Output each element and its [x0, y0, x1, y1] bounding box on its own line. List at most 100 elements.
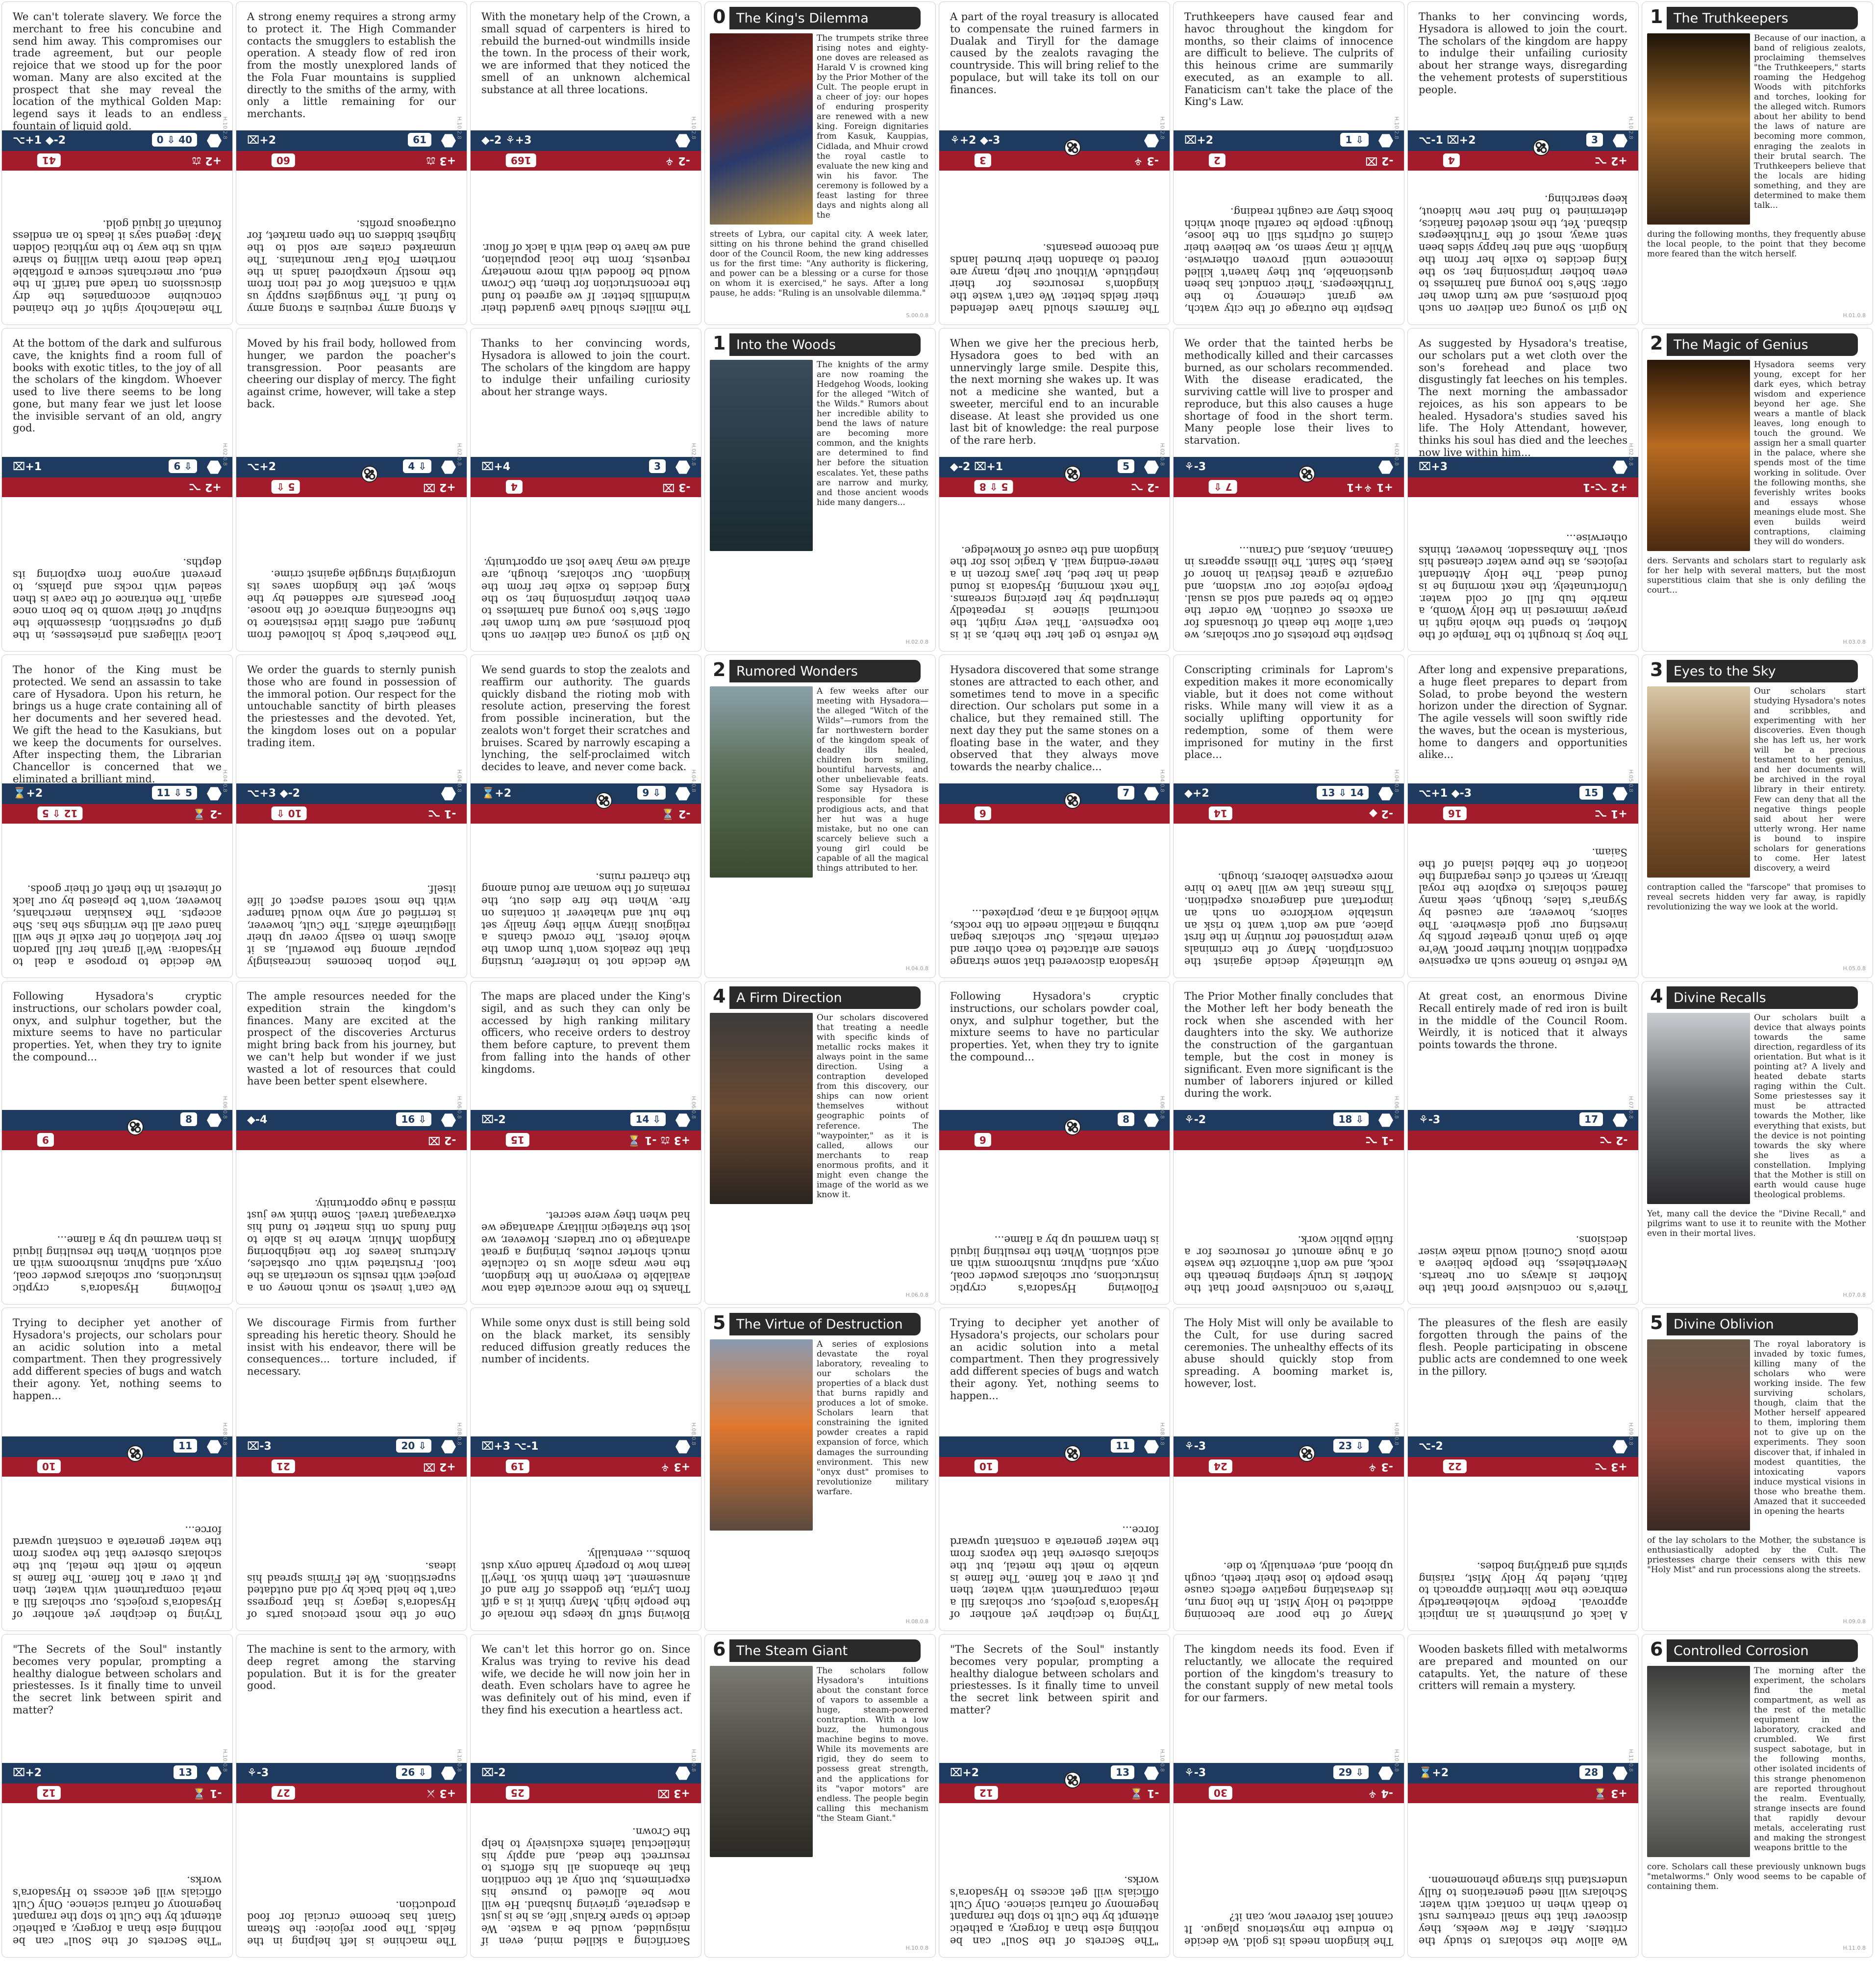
card-code: H.10.2.8 — [456, 116, 463, 139]
choice-text: While some onyx dust is still being sold… — [481, 1317, 690, 1365]
no-tag: 12 ⇧ 5 — [37, 806, 83, 820]
no-band: -2 ⌧ — [236, 1131, 467, 1150]
choice-text: Trying to decipher yet another of Hysado… — [950, 1317, 1159, 1402]
no-band: 9 — [2, 1131, 232, 1150]
hex-icon — [1378, 1113, 1393, 1127]
yes-tag: 61 — [408, 133, 431, 147]
choice-card: As suggested by Hysadora's treatise, our… — [1407, 328, 1639, 652]
story-card: 4 Divine Recalls Our scholars built a devi… — [1642, 981, 1873, 1305]
card-title: Rumored Wonders — [736, 664, 858, 679]
hex-icon — [1613, 1113, 1627, 1127]
hex-icon — [1613, 787, 1627, 801]
choice-card: Moved by his frail body, hollowed from h… — [236, 328, 467, 652]
yes-band: ⌛+2 11 ⇩ 5 — [2, 783, 232, 804]
no-band: -3 ⚘ 24 — [1174, 1457, 1404, 1477]
yes-tag: 20 ⇩ — [396, 1439, 431, 1453]
choice-text: Moved by his frail body, hollowed from h… — [247, 337, 456, 410]
no-band: +2 ⌧ 21 — [236, 1457, 467, 1477]
choice-card: Trying to decipher yet another of Hysado… — [1, 1307, 233, 1631]
hex-icon — [1144, 1113, 1159, 1127]
card-code: H.09.0.8 — [1628, 1422, 1634, 1445]
no-effects: -3 ⚘ — [1133, 154, 1159, 167]
no-tag: 3 — [975, 153, 991, 167]
card-code: H.02.0.8 — [456, 443, 463, 466]
card-number: 6 — [713, 1638, 726, 1660]
hex-icon — [675, 460, 690, 474]
yes-tag: 13 — [174, 1765, 197, 1779]
yes-band: ⚘-2 18 ⇩ — [1174, 1110, 1404, 1131]
card-code: H.10.0.8 — [222, 1749, 228, 1772]
no-effects: -3 ⚘ — [1368, 1460, 1393, 1473]
choice-text: We discourage Firmis from further spread… — [247, 1317, 456, 1378]
no-tag: 9 — [37, 1133, 54, 1147]
card-code: H.01.0.8 — [1843, 312, 1866, 319]
no-tag: 19 — [506, 1459, 529, 1473]
link-icon — [596, 792, 612, 809]
choice-text-reverse: The kingdom needs its gold. We decide to… — [1184, 1911, 1393, 1947]
yes-band: ⌥-1 ⌧+2 3 — [1408, 130, 1638, 151]
yes-tag: 3 — [649, 459, 666, 473]
yes-effects: ⌥+1 ◆-2 — [13, 134, 66, 147]
no-tag: 22 — [1443, 1459, 1467, 1473]
no-band: +3 ⚖ -1 ⌛ 15 — [471, 1131, 701, 1150]
choice-card: The kingdom needs its food. Even if relu… — [1173, 1634, 1404, 1958]
choice-text: Following Hysadora's cryptic instruction… — [13, 990, 222, 1063]
no-band: +2 ⚖ 41 — [2, 151, 232, 171]
hex-icon — [207, 1113, 222, 1127]
choice-text: The maps are placed under the King's sig… — [481, 990, 690, 1075]
no-tag: 6 — [975, 806, 991, 820]
illustration — [710, 33, 813, 225]
yes-band: 11 — [939, 1436, 1170, 1457]
no-band: -1 ⌥ 10 ⇧ — [236, 804, 467, 824]
choice-text-reverse: Following Hysadora's cryptic instruction… — [13, 1233, 222, 1294]
no-effects: -2 ⚘ — [665, 154, 690, 167]
yes-effects: ⌥+3 ◆-2 — [247, 787, 300, 800]
choice-text: The ample resources needed for the exped… — [247, 990, 456, 1087]
yes-effects: ⚘-2 — [1184, 1114, 1206, 1126]
yes-effects: ⌧+3 — [1419, 461, 1448, 473]
illustration — [710, 360, 813, 551]
choice-text-reverse: Local villagers and priestesses, in the … — [13, 556, 222, 641]
hex-icon — [1613, 1766, 1627, 1780]
story-text: Our scholars built a device that always … — [1754, 1013, 1866, 1200]
yes-band: 7 — [939, 783, 1170, 804]
yes-effects: ⌛+2 — [13, 787, 43, 800]
hex-icon — [441, 1113, 456, 1127]
no-band: -3 ⚘ 3 — [939, 151, 1170, 171]
card-title: The Virtue of Destruction — [736, 1317, 903, 1332]
no-band: +3 ⌥ 22 — [1408, 1457, 1638, 1477]
card-code: H.02.0.8 — [1628, 443, 1634, 466]
no-band: -3 ⌧ 4 — [471, 478, 701, 497]
choice-card: At great cost, an enormous Divine Recall… — [1407, 981, 1639, 1305]
no-effects: +3 ⚖ -1 ⌛ — [627, 1134, 690, 1146]
hex-icon — [1144, 787, 1159, 801]
no-effects: +3 ⚖ — [425, 154, 456, 167]
yes-effects: ⌧+2 — [1184, 134, 1214, 147]
choice-text: The pleasures of the flesh are easily fo… — [1419, 1317, 1627, 1378]
card-code: H.10.2.8 — [691, 116, 697, 139]
no-band: +2 ⌧ 5 ⇧ — [236, 478, 467, 497]
card-title: Divine Recalls — [1674, 990, 1766, 1006]
yes-effects: ◆-4 — [247, 1114, 268, 1126]
choice-card: Conscripting criminals for Laprom's expe… — [1173, 654, 1404, 978]
yes-band: ⚘-3 29 ⇩ — [1174, 1763, 1404, 1784]
choice-text: The Prior Mother finally concludes that … — [1184, 990, 1393, 1100]
card-code: H.10.0.8 — [905, 1945, 928, 1951]
choice-text-reverse: "The Secrets of the Soul" can be nothing… — [950, 1875, 1159, 1947]
no-effects: +3 ⌧ — [657, 1787, 690, 1799]
illustration — [1647, 686, 1750, 878]
choice-text-reverse: The potion becomes increasingly popular … — [247, 883, 456, 968]
yes-effects: ⌧+2 — [950, 1767, 979, 1779]
choice-text-reverse: A lack of punishment is an implicit appr… — [1419, 1560, 1627, 1621]
no-band: +3 ⌛ — [1408, 1784, 1638, 1803]
story-card: 0 The King's Dilemma The trumpets strike t… — [704, 1, 936, 325]
card-code: H.08.0.8 — [1159, 1422, 1166, 1445]
choice-text-reverse: The melancholy sight of the chained conc… — [13, 218, 222, 315]
yes-tag: 29 ⇩ — [1333, 1765, 1369, 1779]
no-band: -1 ⌛ 12 — [939, 1784, 1170, 1803]
no-effects: +1 ⚘+1 — [1347, 481, 1393, 493]
choice-text: Conscripting criminals for Laprom's expe… — [1184, 664, 1393, 761]
no-band: +3 ⚖ 60 — [236, 151, 467, 171]
no-band: -4 ⚘ 30 — [1174, 1784, 1404, 1803]
story-card: 6 Controlled Corrosion The morning after t… — [1642, 1634, 1873, 1958]
